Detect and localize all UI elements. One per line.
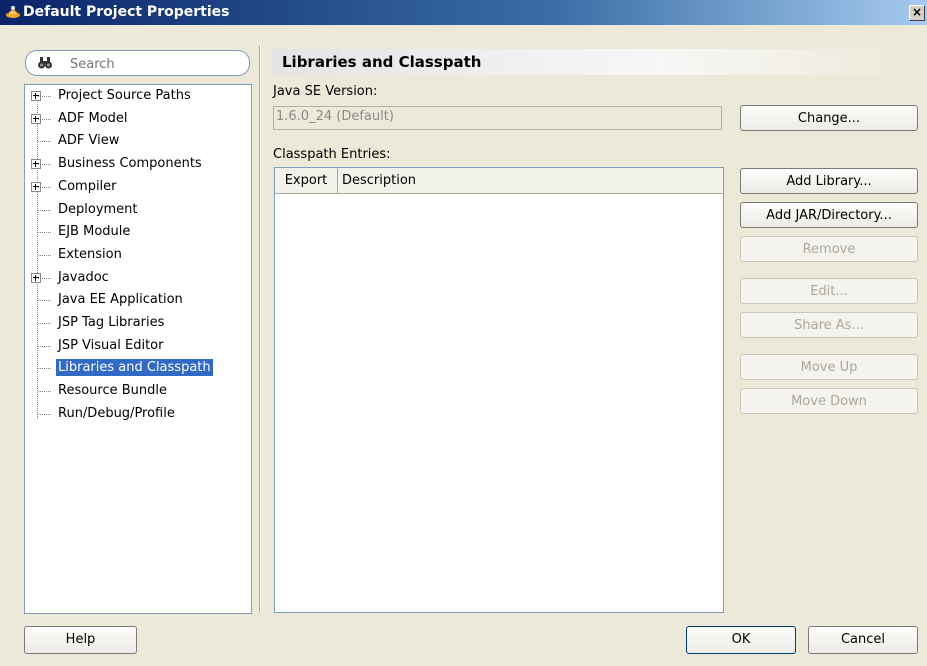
title-bar: Default Project Properties ×: [0, 0, 927, 25]
add-jar-directory-button[interactable]: Add JAR/Directory...: [740, 202, 918, 228]
remove-button[interactable]: Remove: [740, 236, 918, 262]
java-se-version-value: 1.6.0_24 (Default): [276, 109, 394, 124]
tree-item-label: EJB Module: [58, 224, 131, 240]
tree-item-label: Business Components: [58, 156, 202, 172]
jdeveloper-app-icon: [6, 6, 20, 18]
tree-item[interactable]: JSP Tag Libraries: [25, 313, 249, 333]
tree-item[interactable]: JSP Visual Editor: [25, 336, 249, 356]
search-box[interactable]: [25, 50, 250, 76]
tree-item-label: Extension: [58, 246, 122, 262]
tree-item[interactable]: Compiler: [25, 177, 249, 197]
tree-connector-line: [38, 141, 51, 143]
tree-connector-line: [38, 368, 51, 370]
tree-connector-line: [38, 277, 51, 279]
tree-connector-line: [38, 323, 51, 324]
category-tree[interactable]: Project Source Paths ADF Model ADF View Bus…: [24, 84, 252, 614]
tree-connector-line: [38, 345, 51, 347]
tree-item[interactable]: Resource Bundle: [25, 381, 249, 401]
table-header: Export Description: [275, 168, 723, 194]
tree-item[interactable]: Run/Debug/Profile: [25, 404, 249, 424]
tree-connector-line: [38, 96, 51, 97]
panel-divider[interactable]: [259, 46, 261, 613]
tree-item-label: Project Source Paths: [58, 88, 191, 103]
tree-connector-line: [38, 391, 51, 393]
classpath-table[interactable]: Export Description: [274, 167, 724, 613]
page-title-text: Libraries and Classpath: [282, 53, 482, 71]
tree-item[interactable]: ADF Model: [25, 109, 249, 129]
tree-item-label: JSP Tag Libraries: [58, 315, 165, 330]
tree-item-label: Java EE Application: [58, 292, 183, 308]
tree-item-label: ADF View: [58, 133, 120, 149]
tree-item[interactable]: Libraries and Classpath: [25, 358, 249, 378]
tree-connector-line: [38, 209, 51, 211]
page-title: Libraries and Classpath: [272, 49, 920, 75]
tree-item[interactable]: Project Source Paths: [25, 86, 249, 106]
column-header-export[interactable]: Export: [275, 168, 338, 193]
tree-connector-line: [38, 164, 51, 166]
close-button[interactable]: ×: [909, 5, 925, 21]
tree-item[interactable]: Javadoc: [25, 268, 249, 288]
tree-connector-line: [38, 300, 51, 302]
tree-item-label: Run/Debug/Profile: [58, 405, 175, 421]
tree-item-label: Resource Bundle: [58, 383, 168, 399]
close-icon: ×: [911, 5, 923, 19]
tree-item[interactable]: ADF View: [25, 131, 249, 151]
tree-item[interactable]: Deployment: [25, 200, 249, 220]
window-title: Default Project Properties: [23, 4, 230, 20]
tree-item-label: Libraries and Classpath: [56, 359, 213, 377]
ok-button[interactable]: OK: [686, 626, 796, 654]
tree-connector-line: [38, 413, 51, 415]
tree-item[interactable]: Java EE Application: [25, 290, 249, 310]
cancel-button[interactable]: Cancel: [808, 626, 918, 654]
tree-item-label: JSP Visual Editor: [58, 337, 164, 353]
move-down-button[interactable]: Move Down: [740, 388, 918, 414]
tree-item-label: Javadoc: [58, 269, 109, 285]
tree-item[interactable]: Extension: [25, 245, 249, 265]
edit-button[interactable]: Edit...: [740, 278, 918, 304]
search-input[interactable]: [68, 54, 242, 74]
tree-item[interactable]: Business Components: [25, 154, 249, 174]
tree-connector-line: [38, 186, 51, 188]
tree-connector-line: [38, 254, 51, 256]
java-se-version-label: Java SE Version:: [273, 84, 378, 99]
binoculars-icon: [38, 57, 52, 69]
share-as-button[interactable]: Share As...: [740, 312, 918, 338]
tree-connector-line: [38, 232, 51, 234]
tree-connector-line: [38, 118, 51, 120]
tree-item[interactable]: EJB Module: [25, 222, 249, 242]
tree-item-label: Compiler: [58, 178, 117, 194]
tree-item-label: Deployment: [58, 201, 138, 217]
change-button[interactable]: Change...: [740, 105, 918, 131]
tree-item-label: ADF Model: [58, 110, 128, 126]
java-se-version-field: 1.6.0_24 (Default): [273, 106, 722, 130]
move-up-button[interactable]: Move Up: [740, 354, 918, 380]
help-button[interactable]: Help: [24, 626, 137, 654]
add-library-button[interactable]: Add Library...: [740, 168, 918, 194]
classpath-entries-label: Classpath Entries:: [273, 147, 391, 162]
column-header-description[interactable]: Description: [342, 168, 416, 193]
